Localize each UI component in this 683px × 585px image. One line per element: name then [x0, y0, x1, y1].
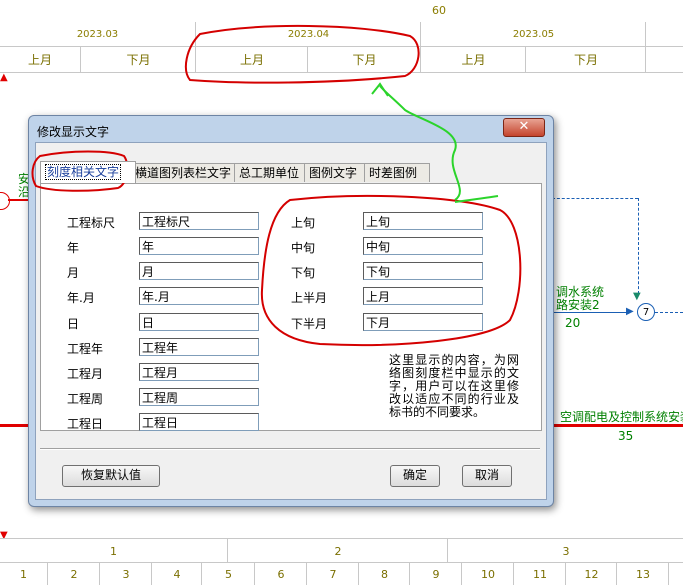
project-day-input[interactable]: 工程日 [139, 413, 259, 431]
task-label: 空调配电及控制系统安装 [560, 410, 683, 424]
day-cell: 6 [254, 563, 307, 585]
mid-month-input[interactable]: 中旬 [363, 237, 483, 255]
day-input[interactable]: 日 [139, 313, 259, 331]
day-cell: 10 [461, 563, 514, 585]
tab-panel-scale-text: 工程标尺 工程标尺 年 年 月 月 年.月 年.月 日 日 工程年 工程年 工程… [40, 183, 542, 431]
timeline-half-row: 上月 下月 上月 下月 上月 下月 [0, 46, 683, 73]
day-cell: 9 [409, 563, 462, 585]
half-cell: 下月 [80, 46, 196, 72]
divider [40, 448, 540, 450]
edit-display-text-dialog: 修改显示文字 ✕ 刻度相关文字 横道图列表栏文字 总工期单位 图例文字 时差图例… [28, 115, 554, 507]
field-label: 日 [67, 317, 80, 331]
month-cell: 2023.05 [420, 22, 646, 46]
day-cell [668, 563, 683, 585]
project-week-input[interactable]: 工程周 [139, 388, 259, 406]
timeline-month-row: 2023.03 2023.04 2023.05 [0, 22, 683, 47]
day-cell: 1 [20, 567, 27, 581]
dialog-title: 修改显示文字 [37, 125, 110, 139]
day-cell: 7 [306, 563, 359, 585]
day-cell: 4 [151, 563, 202, 585]
timeline-scale-number: 60 [432, 4, 446, 17]
half-cell [645, 46, 683, 72]
restore-defaults-button[interactable]: 恢复默认值 [62, 465, 160, 487]
half-cell: 下月 [307, 46, 421, 72]
dialog-body: 刻度相关文字 横道图列表栏文字 总工期单位 图例文字 时差图例 工程标尺 工程标… [35, 142, 547, 500]
tab-gantt-list-text[interactable]: 横道图列表栏文字 [130, 163, 240, 182]
dependency-line [552, 198, 638, 199]
timeline-scale-row: 60 [0, 0, 683, 22]
field-label: 工程周 [67, 392, 104, 406]
first-half-month-input[interactable]: 上月 [363, 287, 483, 305]
close-button[interactable]: ✕ [503, 118, 545, 137]
month-cell: 2023.03 [76, 28, 119, 40]
field-label: 工程年 [67, 342, 104, 356]
close-icon: ✕ [518, 119, 530, 134]
critical-marker: ▲ [0, 72, 8, 83]
task-line[interactable] [552, 312, 630, 313]
tab-float-legend[interactable]: 时差图例 [364, 163, 430, 182]
help-note: 这里显示的内容，为网络图刻度栏中显示的文字，用户可以在这里修改以适应不同的行业及… [389, 353, 519, 419]
month-cell: 2023.04 [195, 22, 421, 46]
cancel-button[interactable]: 取消 [462, 465, 512, 487]
early-month-input[interactable]: 上旬 [363, 212, 483, 230]
project-scale-input[interactable]: 工程标尺 [139, 212, 259, 230]
group-cell: 1 [110, 544, 117, 558]
second-half-month-input[interactable]: 下月 [363, 313, 483, 331]
group-cell: 3 [447, 539, 683, 563]
month-cell [645, 22, 683, 46]
field-label: 年 [67, 241, 80, 255]
year-input[interactable]: 年 [139, 237, 259, 255]
field-label: 下半月 [291, 317, 328, 331]
dependency-line [655, 312, 683, 313]
project-year-input[interactable]: 工程年 [139, 338, 259, 356]
project-month-input[interactable]: 工程月 [139, 363, 259, 381]
field-label: 工程日 [67, 417, 104, 431]
timeline-header: 60 2023.03 2023.04 2023.05 上月 下月 上月 下月 上… [0, 0, 683, 73]
day-cell: 2 [47, 563, 100, 585]
half-cell: 下月 [525, 46, 646, 72]
task-label: 路安装2 [556, 298, 600, 312]
dependency-line [638, 198, 639, 294]
timeline-day-row: 1 2 3 4 5 6 7 8 9 10 11 12 13 [0, 562, 683, 585]
network-node[interactable] [0, 192, 10, 210]
field-label: 上半月 [291, 291, 328, 305]
day-cell: 12 [565, 563, 617, 585]
day-cell: 11 [513, 563, 566, 585]
timeline-group-row: 1 2 3 [0, 538, 683, 563]
field-label: 年.月 [67, 291, 95, 305]
day-cell: 8 [358, 563, 410, 585]
day-cell: 3 [99, 563, 152, 585]
annotation-green-arrowhead [371, 82, 389, 97]
half-cell: 上月 [195, 46, 308, 72]
timeline-footer: 1 2 3 1 2 3 4 5 6 7 8 9 10 11 12 13 [0, 538, 683, 585]
field-label: 工程月 [67, 367, 104, 381]
task-duration: 35 [618, 429, 634, 443]
arrow-down-icon: ▼ [633, 291, 641, 302]
late-month-input[interactable]: 下旬 [363, 262, 483, 280]
critical-task-line[interactable] [0, 424, 28, 427]
arrow-right-icon: ▶ [626, 306, 634, 317]
year-month-input[interactable]: 年.月 [139, 287, 259, 305]
field-label: 下旬 [291, 266, 316, 280]
critical-task-line[interactable] [552, 424, 683, 427]
day-cell: 13 [616, 563, 669, 585]
half-cell: 上月 [27, 52, 52, 67]
network-node[interactable]: 7 [637, 303, 655, 321]
half-cell: 上月 [420, 46, 526, 72]
tab-scale-text[interactable]: 刻度相关文字 [40, 161, 136, 183]
field-label: 月 [67, 266, 80, 280]
tab-total-duration-unit[interactable]: 总工期单位 [234, 163, 310, 182]
field-label: 工程标尺 [67, 216, 116, 230]
month-input[interactable]: 月 [139, 262, 259, 280]
tab-legend-text[interactable]: 图例文字 [304, 163, 370, 182]
field-label: 中旬 [291, 241, 316, 255]
field-label: 上旬 [291, 216, 316, 230]
group-cell: 2 [227, 539, 448, 563]
task-duration: 20 [565, 316, 581, 330]
day-cell: 5 [201, 563, 255, 585]
ok-button[interactable]: 确定 [390, 465, 440, 487]
